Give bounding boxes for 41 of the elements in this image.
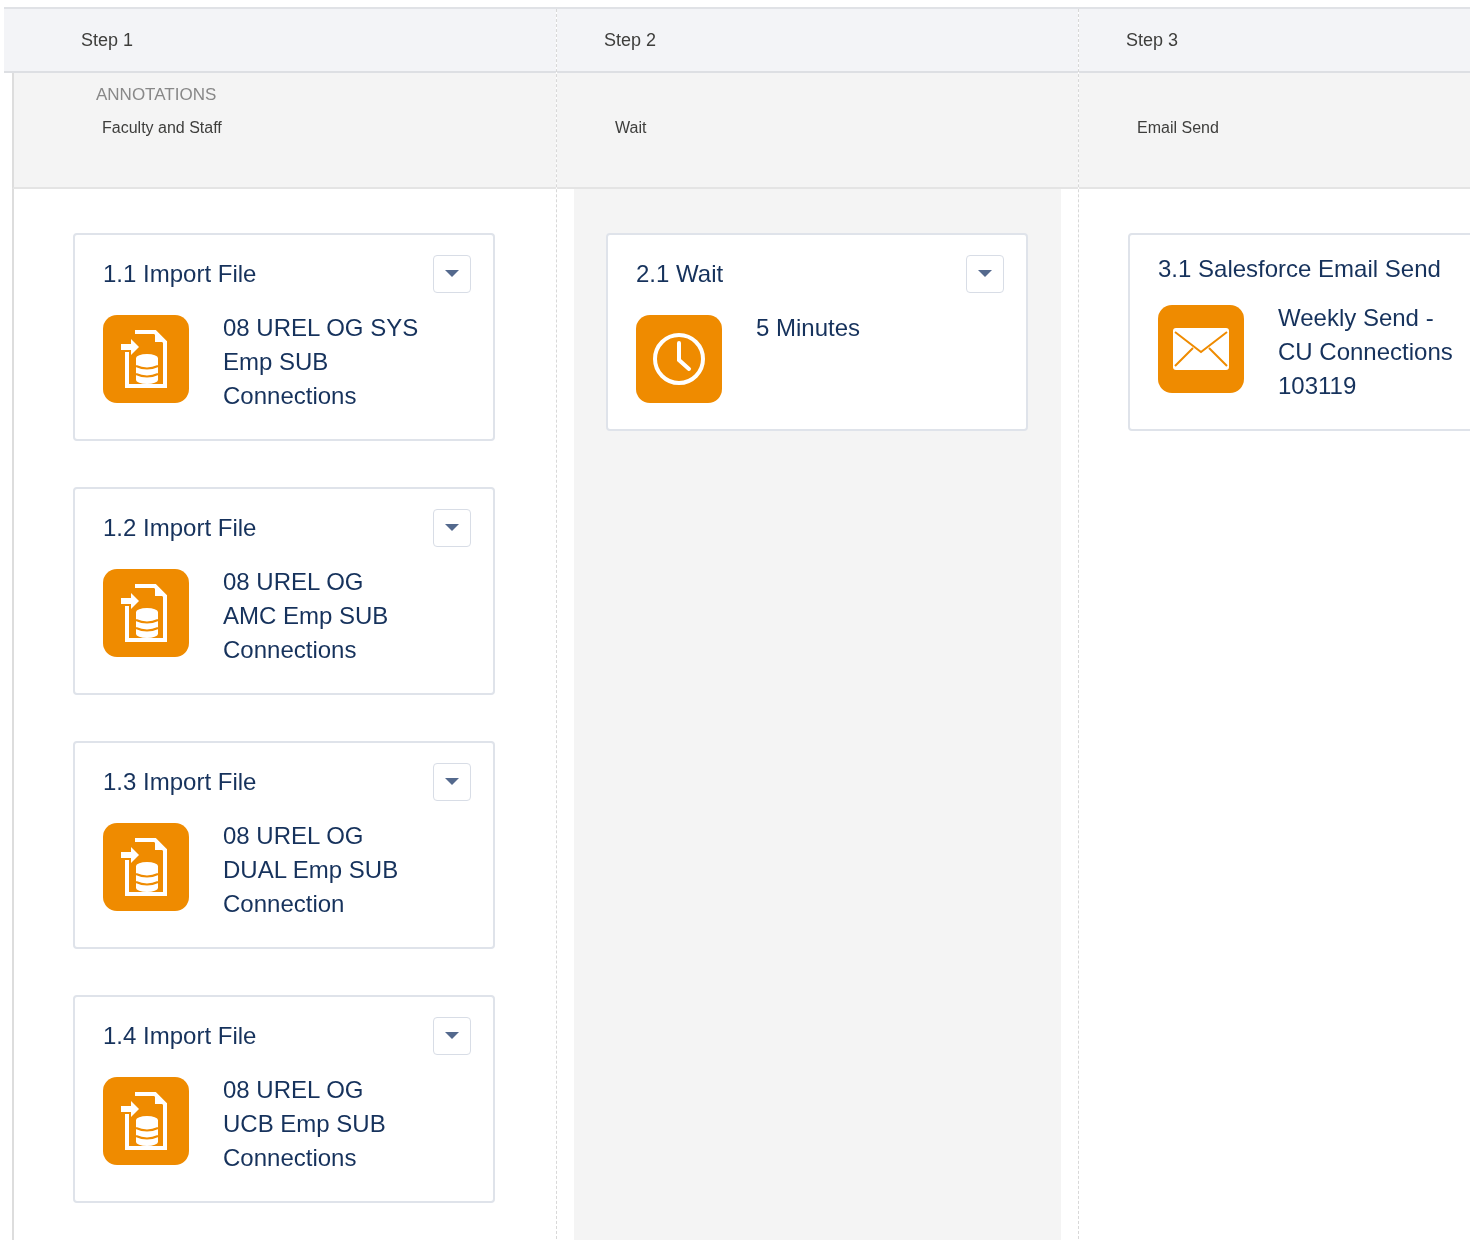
activity-title: 1.1 Import File <box>103 260 257 288</box>
activity-description: 08 UREL OG SYS Emp SUB Connections <box>223 313 419 411</box>
activity-description: 08 UREL OG DUAL Emp SUB Connection <box>223 821 399 919</box>
dropdown-button[interactable] <box>966 255 1004 293</box>
annotation-text: Email Send <box>1137 119 1220 137</box>
dropdown-button[interactable] <box>433 763 471 801</box>
dropdown-button[interactable] <box>433 509 471 547</box>
file-import-icon <box>103 823 189 911</box>
caret-icon <box>445 524 459 532</box>
activity-description: 08 UREL OG UCB Emp SUB Connections <box>223 1075 386 1173</box>
file-import-icon <box>103 1077 189 1165</box>
activity-card[interactable]: 1.1 Import File 08 UREL OG SYS Emp SUB Connections <box>73 233 495 441</box>
activity-card[interactable]: 1.4 Import File 08 UREL OG UCB Emp SUB Connections <box>73 995 495 1203</box>
file-import-icon <box>103 569 189 657</box>
activity-title: 1.2 Import File <box>103 514 257 542</box>
annotation-text: Faculty and Staff <box>101 119 223 137</box>
dropdown-button[interactable] <box>433 1017 471 1055</box>
activity-card[interactable]: 2.1 Wait 5 Minutes <box>606 233 1028 431</box>
activity-description: 08 UREL OG AMC Emp SUB Connections <box>223 567 389 665</box>
annotations-heading: ANNOTATIONS <box>96 85 218 106</box>
activity-title: 3.1 Salesforce Email Send <box>1158 255 1441 283</box>
file-import-icon <box>103 315 189 403</box>
envelope-icon <box>1158 305 1244 393</box>
caret-icon <box>978 270 992 278</box>
activity-title: 1.4 Import File <box>103 1022 257 1050</box>
activity-description: 5 Minutes <box>756 313 861 343</box>
activity-title: 1.3 Import File <box>103 768 257 796</box>
step-title: Step 2 <box>604 29 657 51</box>
activity-card[interactable]: 1.2 Import File 08 UREL OG AMC Emp SUB Connections <box>73 487 495 695</box>
caret-icon <box>445 270 459 278</box>
activity-card[interactable]: 1.3 Import File 08 UREL OG DUAL Emp SUB Connection <box>73 741 495 949</box>
activity-title: 2.1 Wait <box>636 260 724 288</box>
clock-icon <box>636 315 722 403</box>
caret-icon <box>445 778 459 786</box>
step-title: Step 3 <box>1126 29 1179 51</box>
activity-description: Weekly Send - CU Connections 103119 <box>1278 303 1453 401</box>
annotation-text: Wait <box>615 119 648 137</box>
caret-icon <box>445 1032 459 1040</box>
activity-card[interactable]: 3.1 Salesforce Email Send Weekly Send - CU Connections 103119 <box>1128 233 1470 431</box>
dropdown-button[interactable] <box>433 255 471 293</box>
step-title: Step 1 <box>81 29 134 51</box>
